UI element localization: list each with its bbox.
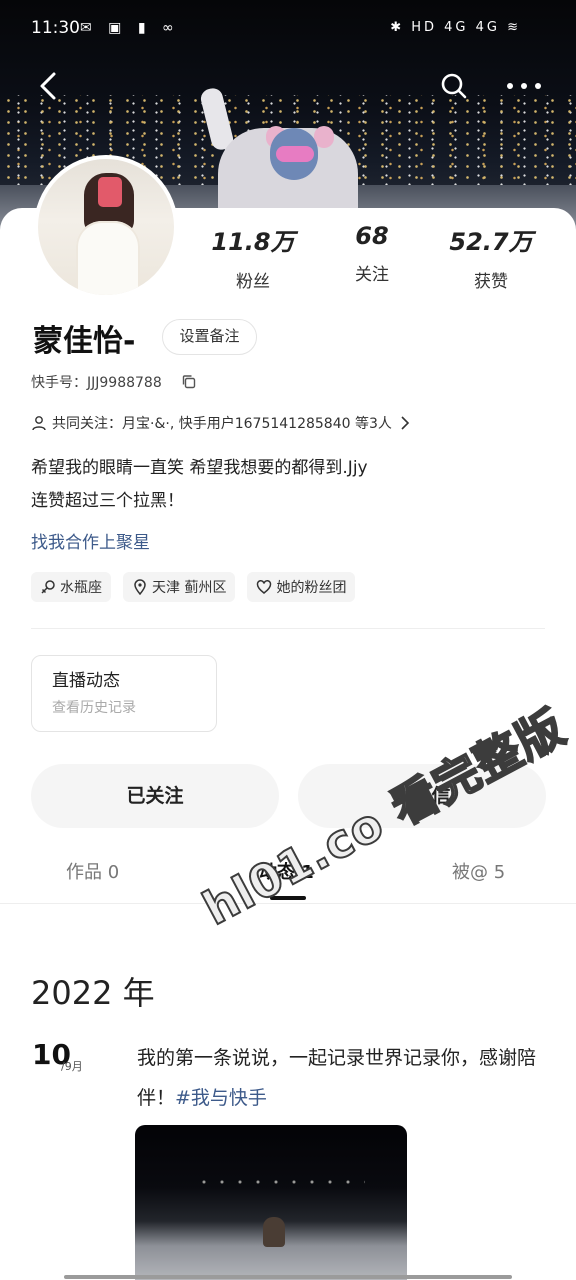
mutual-follow-row[interactable]: 共同关注：月宝·&·, 快手用户1675141285840 等3人 — [31, 412, 417, 434]
avatar-phone — [98, 177, 122, 207]
person-icon — [32, 416, 46, 431]
hashtag-link[interactable]: #我与快手 — [175, 1087, 267, 1109]
followed-button[interactable]: 已关注 — [31, 764, 279, 828]
signal-icons: ✱ HD 4G 4G ≋ — [390, 20, 521, 35]
status-bar: 11:30 ✉ ▣ ▮ ∞ ✱ HD 4G 4G ≋ — [0, 0, 576, 58]
tag-fan-club[interactable]: 她的粉丝团 — [247, 572, 356, 602]
live-title: 直播动态 — [52, 671, 120, 691]
tag-label: 水瓶座 — [60, 580, 102, 596]
bio-line: 连赞超过三个拉黑！ — [31, 491, 184, 511]
profile-stats: 11.8万 粉丝 68 关注 52.7万 获赞 — [0, 222, 576, 292]
profile-tags: 水瓶座 天津 蓟州区 她的粉丝团 — [31, 572, 356, 602]
tab-mentions[interactable]: 被@ 5 — [452, 858, 505, 884]
stat-followers[interactable]: 11.8万 粉丝 — [193, 222, 313, 292]
bio-line: 希望我的眼睛一直笑 希望我想要的都得到.Jjy — [31, 458, 368, 478]
stat-label: 粉丝 — [236, 272, 270, 292]
back-arrow-icon[interactable] — [34, 68, 64, 104]
cooperation-link[interactable]: 找我合作上聚星 — [31, 528, 150, 553]
bio: 希望我的眼睛一直笑 希望我想要的都得到.Jjy 连赞超过三个拉黑！ — [31, 452, 368, 518]
stat-value: 52.7万 — [449, 228, 533, 256]
stat-value: 11.8万 — [211, 228, 295, 256]
slope-lights — [195, 1177, 365, 1187]
copy-icon[interactable] — [181, 374, 197, 390]
tab-works[interactable]: 作品 0 — [66, 858, 119, 884]
notification-icons: ✉ ▣ ▮ ∞ — [80, 20, 180, 36]
post-text: 我的第一条说说，一起记录世界记录你，感谢陪伴！#我与快手 — [137, 1038, 557, 1118]
home-indicator[interactable] — [64, 1275, 512, 1279]
stat-following[interactable]: 68 关注 — [312, 222, 432, 285]
stat-value: 68 — [355, 222, 389, 250]
live-subtitle: 查看历史记录 — [52, 700, 136, 716]
tag-label: 她的粉丝团 — [276, 580, 347, 596]
female-icon — [41, 580, 55, 594]
stat-label: 获赞 — [474, 272, 508, 292]
search-icon[interactable] — [440, 72, 468, 100]
stat-label: 关注 — [355, 265, 389, 285]
timeline-year: 2022 年 — [31, 974, 155, 1012]
tag-label: 天津 蓟州区 — [152, 580, 227, 596]
live-history-card[interactable]: 直播动态 查看历史记录 — [31, 655, 217, 732]
mutual-follow-text: 共同关注：月宝·&·, 快手用户1675141285840 等3人 — [52, 416, 392, 432]
status-time: 11:30 — [31, 18, 80, 38]
location-icon — [134, 579, 146, 595]
heart-icon — [257, 579, 272, 594]
chevron-right-icon — [401, 416, 410, 430]
divider — [31, 628, 545, 629]
more-options-icon[interactable] — [504, 76, 544, 96]
post-image[interactable] — [135, 1125, 407, 1280]
post-month: /9月 — [61, 1060, 83, 1073]
cover-skier-goggles — [276, 146, 314, 162]
kuaishou-id: 快手号：JJJ9988788 — [31, 375, 162, 391]
tag-zodiac[interactable]: 水瓶座 — [31, 572, 111, 602]
stat-likes[interactable]: 52.7万 获赞 — [431, 222, 551, 292]
set-remark-button[interactable]: 设置备注 — [162, 319, 257, 355]
sledding-figure — [263, 1217, 285, 1247]
tag-location[interactable]: 天津 蓟州区 — [123, 572, 236, 602]
profile-name: 蒙佳怡- — [33, 324, 136, 359]
